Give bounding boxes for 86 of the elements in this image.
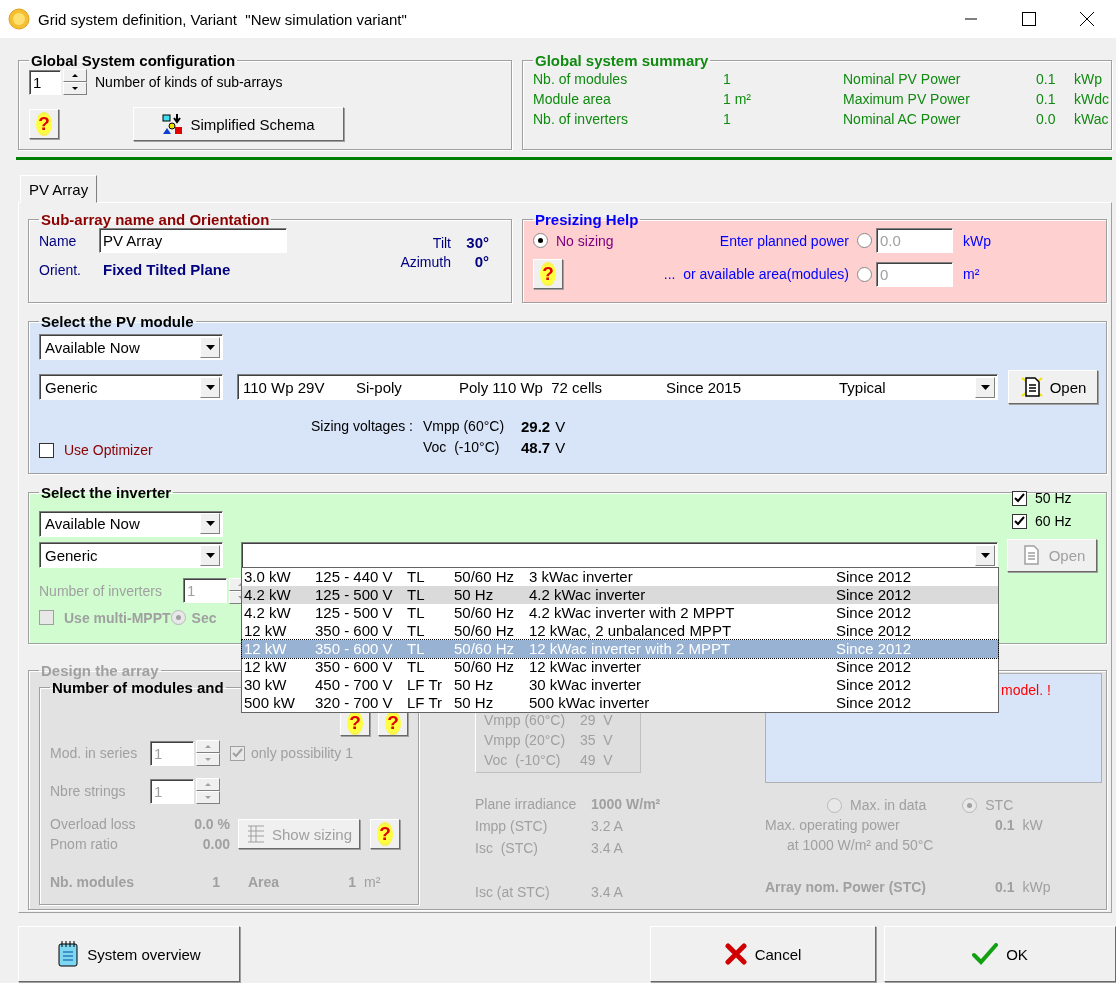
summary-label: Module area [533, 91, 612, 107]
section-title: Select the inverter [40, 483, 173, 501]
value: 0.1 [995, 817, 1015, 833]
unit: V [555, 439, 566, 456]
value: 48.7 [521, 439, 551, 456]
message: model. ! [1001, 682, 1051, 698]
value: Fixed Tilted Plane [103, 261, 231, 278]
radio-label: Enter planned power [718, 232, 849, 249]
label: Number of kinds of sub-arrays [95, 74, 283, 90]
checkbox-label: only possibility 1 [251, 745, 353, 761]
summary-value: 1 [723, 71, 732, 87]
unit: kW [1022, 817, 1043, 833]
checkbox-label: 60 Hz [1035, 513, 1072, 529]
value: 1 [211, 874, 220, 890]
label: Orient. [39, 261, 82, 278]
label: Vmpp (60°C) [484, 712, 567, 728]
label: Impp (STC) [475, 818, 549, 834]
label: Overload loss [50, 816, 137, 832]
section-title: Design the array [40, 662, 160, 679]
section-title: Select the PV module [40, 313, 195, 330]
summary-unit: kWac [1074, 111, 1109, 127]
radio-label: Max. in data [850, 797, 927, 813]
summary-value: 0.0 [1036, 111, 1057, 127]
label: Isc (at STC) [475, 884, 551, 900]
label: Area [248, 874, 281, 890]
value: 0.00 [201, 836, 230, 852]
summary-value: 1 m² [723, 91, 752, 107]
value: 0.0 % [193, 816, 230, 832]
label: Nb. modules [50, 874, 135, 890]
unit: m² [963, 266, 980, 282]
value: 0° [473, 253, 489, 270]
unit: kWp [963, 232, 991, 249]
summary-label: Nominal PV Power [843, 71, 962, 87]
unit: V [555, 418, 566, 435]
value: 1 [347, 874, 356, 890]
checkbox-label: Use multi-MPPT [64, 609, 171, 626]
radio-label: Sec [191, 609, 217, 626]
checkbox-label: Use Optimizer [64, 442, 153, 458]
summary-value: 0.1 [1036, 71, 1057, 87]
value: 3.2 A [591, 818, 623, 834]
summary-value: 1 [723, 111, 732, 127]
label: Isc (STC) [475, 840, 539, 856]
radio-label: No sizing [556, 232, 614, 249]
label: Number of inverters [39, 582, 163, 599]
value: 3.4 A [591, 884, 623, 900]
summary-label: Nb. of modules [533, 71, 629, 87]
label: Mod. in series [50, 745, 139, 761]
label: Tilt [431, 234, 451, 251]
value: 0.1 [995, 879, 1015, 895]
label: Plane irradiance [475, 796, 578, 812]
summary-unit: kWp [1074, 71, 1103, 87]
label: Voc (-10°C) [484, 752, 562, 768]
label: at 1000 W/m² and 50°C [787, 837, 934, 853]
unit: kWp [1022, 879, 1051, 895]
section-title: Global system summary [534, 52, 710, 69]
label: Sizing voltages : [311, 418, 414, 434]
label: Max. operating power [765, 817, 901, 833]
section-title: Presizing Help [534, 211, 640, 228]
section-title: Sub-array name and Orientation [40, 211, 271, 228]
summary-value: 0.1 [1036, 91, 1057, 107]
label: Voc (-10°C) [423, 438, 501, 457]
summary-unit: kWdc [1074, 91, 1109, 107]
label: Vmpp (20°C) [484, 732, 567, 748]
summary-label: Nominal AC Power [843, 111, 962, 127]
label: Vmpp (60°C) [423, 417, 506, 436]
value: 35 V [580, 732, 614, 748]
summary-label: Nb. of inverters [533, 111, 629, 127]
value: 30° [465, 234, 489, 251]
radio-label: STC [985, 797, 1014, 813]
value: 29.2 [521, 418, 551, 435]
unit: m² [364, 874, 381, 890]
label: Array nom. Power (STC) [765, 879, 928, 895]
window-title: Grid system definition, Variant "New simulation variant" [38, 10, 407, 28]
section-title: Number of modules and [51, 679, 225, 696]
value: 29 V [580, 712, 614, 728]
value: 3.4 A [591, 840, 623, 856]
section-title: Global System configuration [30, 52, 237, 69]
label: Azimuth [399, 253, 451, 270]
value: 49 V [580, 752, 614, 768]
value: 1000 W/m² [591, 796, 661, 812]
label: Name [39, 232, 78, 249]
radio-label: ... or available area(modules) [662, 266, 849, 282]
label: Pnom ratio [50, 836, 119, 852]
label: Nbre strings [50, 783, 127, 799]
checkbox-label: 50 Hz [1035, 490, 1072, 506]
summary-label: Maximum PV Power [843, 91, 971, 107]
